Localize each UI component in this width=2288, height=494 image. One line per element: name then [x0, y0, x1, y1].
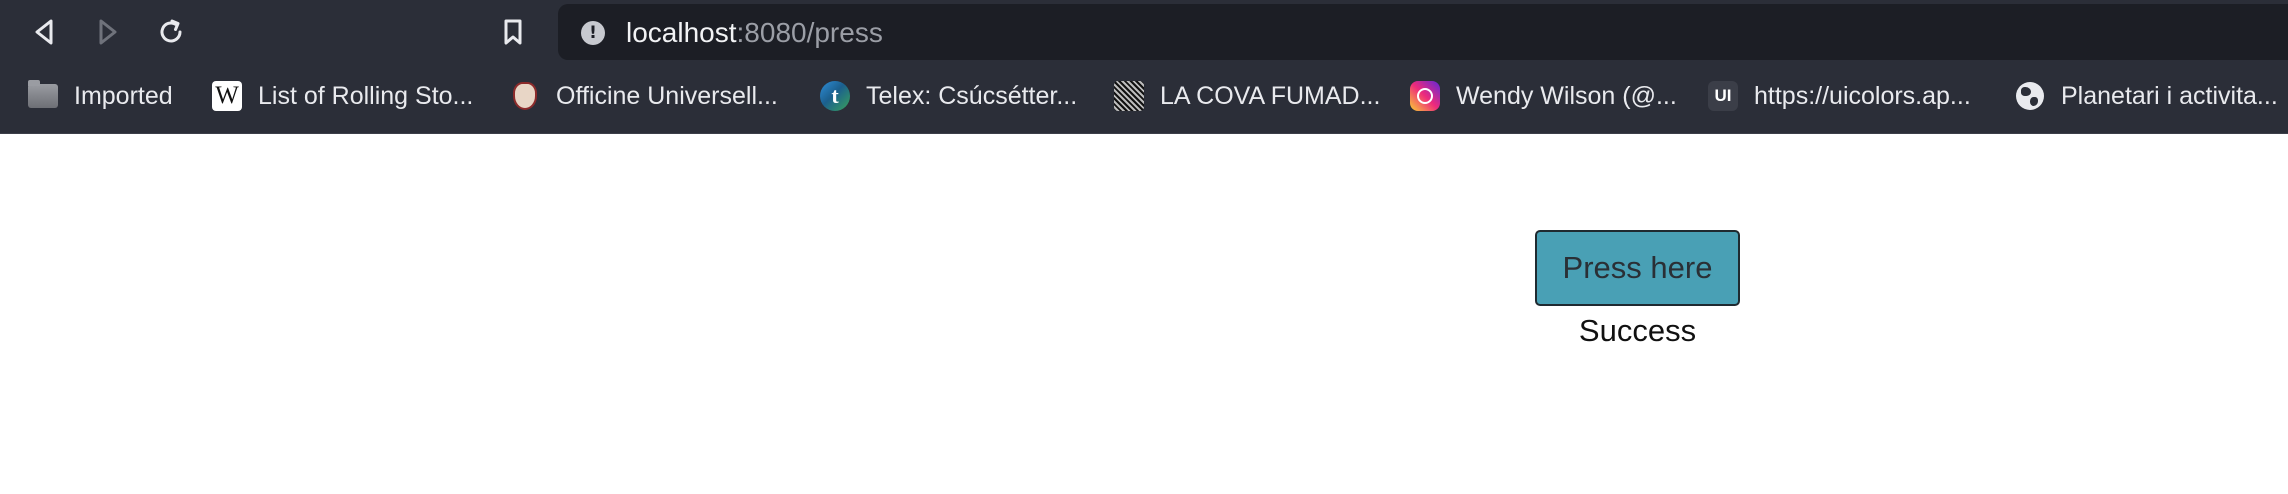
- bookmark-label: LA COVA FUMAD...: [1160, 82, 1381, 110]
- bookmark-label: Wendy Wilson (@...: [1456, 82, 1677, 110]
- address-bar[interactable]: ! localhost:8080/press: [558, 4, 2288, 60]
- forward-button[interactable]: [88, 12, 128, 52]
- bookmark-label: Planetari i activita...: [2061, 82, 2278, 110]
- bookmark-label: Imported: [74, 82, 173, 110]
- bookmarks-bar: Imported W List of Rolling Sto... Offici…: [0, 70, 2288, 122]
- bookmark-wendy-wilson[interactable]: Wendy Wilson (@...: [1410, 78, 1677, 114]
- back-button[interactable]: [24, 12, 64, 52]
- bookmark-label: Officine Universell...: [556, 82, 778, 110]
- site-info-icon[interactable]: !: [581, 21, 605, 45]
- back-arrow-icon: [35, 19, 53, 45]
- bookmark-label: List of Rolling Sto...: [258, 82, 474, 110]
- wikipedia-icon: W: [212, 81, 242, 111]
- reload-button[interactable]: [151, 12, 191, 52]
- bookmark-imported[interactable]: Imported: [28, 78, 173, 114]
- press-here-button[interactable]: Press here: [1535, 230, 1740, 306]
- bookmark-uicolors[interactable]: UI https://uicolors.ap...: [1708, 78, 1971, 114]
- instagram-icon: [1410, 81, 1440, 111]
- url-path: :8080/press: [736, 17, 883, 48]
- browser-chrome: ! localhost:8080/press Imported W List o…: [0, 0, 2288, 134]
- bookmark-rolling-stones[interactable]: W List of Rolling Sto...: [212, 78, 473, 114]
- bookmark-page-button[interactable]: [493, 12, 533, 52]
- pattern-icon: [1114, 81, 1144, 111]
- bookmark-label: https://uicolors.ap...: [1754, 82, 1971, 110]
- bookmark-la-cova-fumada[interactable]: LA COVA FUMAD...: [1114, 78, 1380, 114]
- globe-icon: [2015, 81, 2045, 111]
- url-host: localhost: [626, 17, 737, 48]
- bookmark-officine-universelle[interactable]: Officine Universell...: [510, 78, 778, 114]
- ui-icon: UI: [1708, 81, 1738, 111]
- bookmark-planetari[interactable]: Planetari i activita...: [2015, 78, 2278, 114]
- crest-icon: [510, 81, 540, 111]
- status-text: Success: [1578, 313, 1697, 348]
- forward-arrow-icon: [99, 19, 117, 45]
- bookmark-telex[interactable]: t Telex: Csúcsétter...: [820, 78, 1077, 114]
- folder-icon: [28, 80, 58, 111]
- browser-toolbar: ! localhost:8080/press: [0, 0, 2288, 64]
- url-text[interactable]: localhost:8080/press: [626, 18, 883, 48]
- bookmark-icon: [504, 19, 522, 45]
- bookmark-label: Telex: Csúcsétter...: [866, 82, 1078, 110]
- reload-icon: [160, 19, 182, 43]
- telex-icon: t: [820, 81, 850, 111]
